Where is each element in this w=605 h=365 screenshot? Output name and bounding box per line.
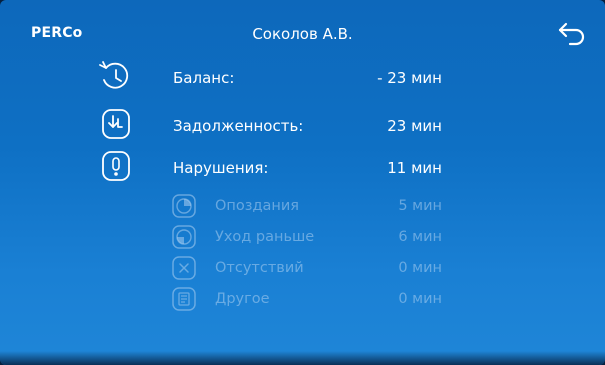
- other-value: 0 мин: [398, 291, 442, 307]
- late-row: Опоздания 5 мин: [0, 194, 605, 220]
- back-arrow-icon: [558, 22, 585, 46]
- late-value: 5 мин: [398, 198, 442, 214]
- balance-value: - 23 мин: [377, 69, 442, 87]
- absence-label: Отсутствий: [215, 260, 304, 276]
- early-leave-value: 6 мин: [398, 229, 442, 245]
- debt-row: Задолженность: 23 мин: [0, 108, 605, 142]
- violations-label: Нарушения:: [173, 159, 269, 177]
- other-row: Другое 0 мин: [0, 287, 605, 313]
- screen: PERCo Соколов А.В. Баланс: - 23 мин Задо…: [0, 0, 605, 365]
- clock-history-icon: [97, 60, 133, 94]
- late-label: Опоздания: [215, 198, 300, 214]
- violations-row: Нарушения: 11 мин: [0, 150, 605, 184]
- other-document-icon: [172, 287, 196, 311]
- absence-value: 0 мин: [398, 260, 442, 276]
- early-leave-row: Уход раньше 6 мин: [0, 225, 605, 251]
- header: PERCo Соколов А.В.: [0, 0, 605, 60]
- balance-row: Баланс: - 23 мин: [0, 60, 605, 94]
- absence-icon: [172, 256, 196, 280]
- early-leave-icon: [172, 225, 196, 249]
- warning-icon: [101, 150, 131, 182]
- absence-row: Отсутствий 0 мин: [0, 256, 605, 282]
- debt-label: Задолженность:: [173, 117, 304, 135]
- back-button[interactable]: [556, 20, 588, 48]
- debt-value: 23 мин: [387, 117, 442, 135]
- page-title: Соколов А.В.: [252, 25, 353, 43]
- balance-label: Баланс:: [173, 69, 235, 87]
- late-clock-icon: [172, 194, 196, 218]
- violations-value: 11 мин: [387, 159, 442, 177]
- clock-debt-icon: [101, 108, 131, 140]
- other-label: Другое: [215, 291, 270, 307]
- early-leave-label: Уход раньше: [215, 229, 315, 245]
